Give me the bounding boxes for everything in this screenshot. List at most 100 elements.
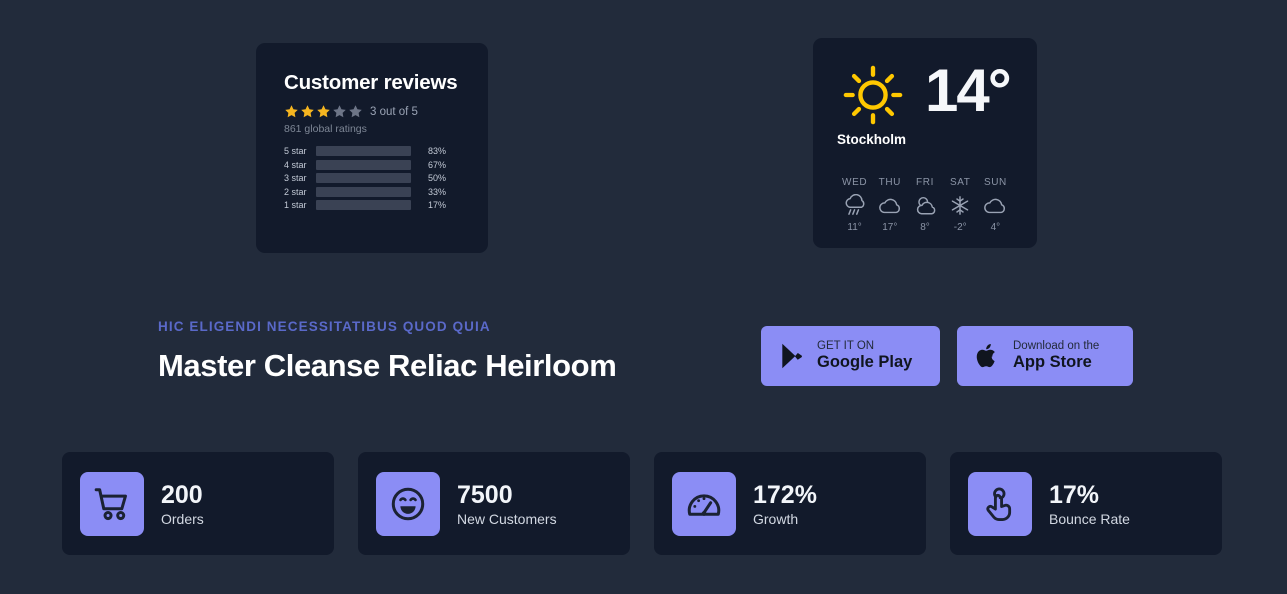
partly-cloudy-icon xyxy=(916,196,936,215)
weather-temperature: 14° xyxy=(925,57,1012,124)
stat-value: 200 xyxy=(161,480,203,509)
rating-bar-row[interactable]: 3 star 50% xyxy=(284,173,460,184)
rating-bar-label: 3 star xyxy=(284,173,307,184)
rating-bar-track xyxy=(316,173,411,184)
forecast-day-temp: 4° xyxy=(990,222,1001,233)
stat-card-bounce-rate[interactable]: 17% Bounce Rate xyxy=(950,452,1222,555)
rating-bar-track xyxy=(316,159,411,170)
rating-bar-row[interactable]: 5 star 83% xyxy=(284,146,460,157)
cloud-icon xyxy=(984,198,1006,214)
google-play-small-label: GET IT ON xyxy=(817,340,875,353)
stat-label: Orders xyxy=(161,510,204,527)
hero-eyebrow: HIC ELIGENDI NECESSITATIBUS QUOD QUIA xyxy=(158,319,491,334)
rating-bar-percent: 50% xyxy=(428,173,447,184)
rain-cloud-icon xyxy=(845,194,865,215)
snowflake-icon xyxy=(951,196,969,215)
forecast-day-temp: -2° xyxy=(953,222,967,233)
google-play-button[interactable]: GET IT ON Google Play xyxy=(761,326,940,386)
customer-reviews-card: Customer reviews 3 out of 5 861 global r… xyxy=(256,43,488,253)
stat-value: 7500 xyxy=(457,480,513,509)
stat-value: 17% xyxy=(1049,480,1100,509)
stat-label: New Customers xyxy=(457,510,557,527)
google-play-text: GET IT ON Google Play xyxy=(817,340,912,371)
forecast-day-name: THU xyxy=(878,177,901,188)
rating-bar-row[interactable]: 4 star 67% xyxy=(284,159,460,171)
google-play-icon xyxy=(782,343,802,369)
widgets-row: Customer reviews 3 out of 5 861 global r… xyxy=(0,0,1287,300)
rating-bar-label: 5 star xyxy=(284,146,307,157)
weather-card: Stockholm 14° WED 11° THU 17° FRI 8° SAT… xyxy=(813,38,1037,248)
rating-bar-label: 4 star xyxy=(284,159,307,170)
page-root: Customer reviews 3 out of 5 861 global r… xyxy=(0,0,1287,594)
stat-card-new-customers[interactable]: 7500 New Customers xyxy=(358,452,630,555)
stat-text: 172% Growth xyxy=(753,481,817,527)
weather-city: Stockholm xyxy=(837,132,907,147)
global-ratings-count: 861 global ratings xyxy=(284,123,367,135)
stat-card-growth[interactable]: 172% Growth xyxy=(654,452,926,555)
star-icon-empty xyxy=(349,105,362,118)
stats-row: 200 Orders 7500 New Customers 172% Growt… xyxy=(62,452,1222,555)
forecast-day[interactable]: SAT -2° xyxy=(943,177,978,233)
weather-current-main: Stockholm xyxy=(837,60,909,147)
star-icon-filled xyxy=(317,105,330,118)
stat-text: 200 Orders xyxy=(161,481,204,527)
forecast-day[interactable]: SUN 4° xyxy=(978,177,1013,233)
shopping-cart-icon xyxy=(94,487,127,520)
app-store-big-label: App Store xyxy=(1013,353,1092,372)
stat-value: 172% xyxy=(753,480,817,509)
forecast-day-temp: 8° xyxy=(920,222,930,233)
stat-text: 17% Bounce Rate xyxy=(1049,481,1130,527)
apple-icon xyxy=(976,344,995,368)
google-play-big-label: Google Play xyxy=(817,353,913,372)
store-buttons: GET IT ON Google Play Download on the Ap… xyxy=(761,326,1133,386)
app-store-text: Download on the App Store xyxy=(1013,340,1099,371)
forecast-day-name: WED xyxy=(842,177,868,188)
smiley-face-icon xyxy=(391,487,425,520)
forecast-day-temp: 11° xyxy=(847,222,862,233)
star-icon-empty xyxy=(333,105,346,118)
star-rating: 3 out of 5 xyxy=(284,104,460,119)
app-store-button[interactable]: Download on the App Store xyxy=(957,326,1133,386)
star-icon-filled xyxy=(301,105,314,118)
weather-current: Stockholm 14° xyxy=(837,57,1013,148)
weather-forecast: WED 11° THU 17° FRI 8° SAT -2° SUN 4° xyxy=(837,177,1013,233)
rating-bar-percent: 83% xyxy=(428,146,447,157)
forecast-day-name: FRI xyxy=(916,177,934,188)
reviews-title: Customer reviews xyxy=(284,71,458,94)
stat-label: Bounce Rate xyxy=(1049,510,1130,527)
stars-group xyxy=(284,104,363,119)
rating-bar-row[interactable]: 1 star 17% xyxy=(284,200,460,211)
stat-card-orders[interactable]: 200 Orders xyxy=(62,452,334,555)
stat-icon-tile xyxy=(376,471,440,536)
sun-icon xyxy=(843,65,903,125)
forecast-day[interactable]: WED 11° xyxy=(837,177,872,233)
cloud-icon xyxy=(878,198,900,214)
rating-bar-track xyxy=(316,146,411,157)
stat-icon-tile xyxy=(672,471,736,536)
rating-bar-track xyxy=(316,200,411,211)
forecast-day-temp: 17° xyxy=(882,222,898,233)
page-title: Master Cleanse Reliac Heirloom xyxy=(158,348,617,383)
forecast-day-name: SUN xyxy=(983,177,1007,188)
rating-bar-label: 1 star xyxy=(284,200,307,211)
stat-icon-tile xyxy=(80,471,144,536)
rating-bar-track xyxy=(316,186,411,197)
rating-breakdown: 5 star 83% 4 star 67% 3 star 50% 2 star xyxy=(284,146,460,211)
hero-section: HIC ELIGENDI NECESSITATIBUS QUOD QUIA Ma… xyxy=(0,300,1287,440)
star-icon-filled xyxy=(285,105,298,118)
stat-text: 7500 New Customers xyxy=(457,481,557,527)
rating-summary: 3 out of 5 xyxy=(370,105,418,118)
rating-bar-percent: 17% xyxy=(428,200,447,211)
rating-bar-label: 2 star xyxy=(284,186,307,197)
stat-icon-tile xyxy=(968,471,1032,536)
forecast-day[interactable]: THU 17° xyxy=(872,177,907,233)
tap-hand-icon xyxy=(986,487,1012,521)
rating-bar-percent: 67% xyxy=(428,159,447,170)
app-store-small-label: Download on the xyxy=(1013,340,1100,353)
stat-label: Growth xyxy=(753,510,799,527)
rating-bar-row[interactable]: 2 star 33% xyxy=(284,186,460,198)
gauge-icon xyxy=(687,493,721,516)
forecast-day[interactable]: FRI 8° xyxy=(907,177,942,233)
rating-bar-percent: 33% xyxy=(428,186,447,197)
forecast-day-name: SAT xyxy=(949,177,971,188)
